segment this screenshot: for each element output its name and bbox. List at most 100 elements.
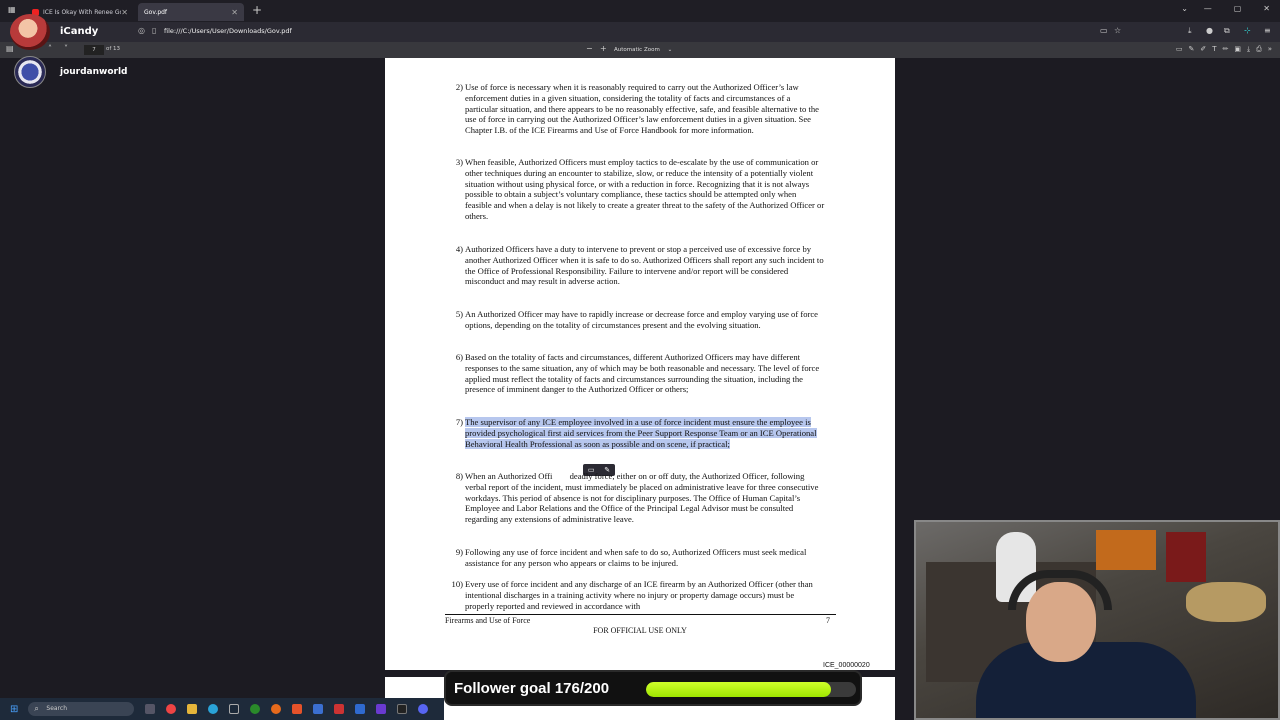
text-icon[interactable]: T	[1212, 45, 1216, 54]
screen: ▦ ICE Is Okay With Renee Good's ✕ Gov.pd…	[0, 0, 1280, 720]
minimize-icon[interactable]: —	[1204, 4, 1212, 13]
download-icon[interactable]: ⤓	[1188, 26, 1192, 36]
list-item: 4) Authorized Officers have a duty to in…	[456, 244, 825, 287]
comment-icon[interactable]: ▭	[1176, 45, 1183, 54]
list-item: 5) An Authorized Officer may have to rap…	[456, 309, 825, 331]
classification-label: FOR OFFICIAL USE ONLY	[593, 626, 687, 635]
tab-label: Gov.pdf	[144, 8, 168, 16]
item-text: Based on the totality of facts and circu…	[465, 352, 820, 395]
footer-title: Firearms and Use of Force	[445, 616, 531, 625]
goal-progress-bar	[646, 682, 856, 697]
footer-rule	[445, 614, 836, 615]
list-item: 2) Use of force is necessary when it is …	[456, 82, 825, 136]
folder-icon[interactable]	[187, 704, 198, 714]
taskbar-search[interactable]: Search	[28, 702, 135, 716]
list-item: 6) Based on the totality of facts and ci…	[456, 352, 825, 395]
avatar	[10, 14, 50, 50]
goal-progress-fill	[646, 682, 831, 697]
item-text: When feasible, Authorized Officers must …	[465, 157, 825, 221]
window-controls: — ▢ ✕	[1204, 4, 1270, 13]
sidebar-toggle-icon[interactable]: ▦	[8, 5, 16, 14]
url-field[interactable]: file:///C:/Users/User/Downloads/Gov.pdf	[164, 27, 292, 35]
webcam-feed	[914, 520, 1280, 720]
follower-goal-widget: Follower goal 176/200	[444, 670, 862, 706]
next-page-icon[interactable]: ˅	[64, 44, 68, 53]
taskbar: ⊞ Search	[0, 698, 444, 720]
pen-icon[interactable]: ✏	[1222, 45, 1228, 54]
menu-icon[interactable]: ≡	[1264, 26, 1271, 35]
item-number: 7)	[455, 417, 463, 427]
windows-start-icon[interactable]: ⊞	[10, 704, 18, 715]
more-icon[interactable]: »	[1268, 45, 1272, 54]
bates-number: ICE_00000020	[823, 662, 870, 669]
close-icon[interactable]: ✕	[1263, 4, 1270, 13]
new-tab-button[interactable]: +	[252, 3, 262, 17]
tab-pdf[interactable]: Gov.pdf ✕	[138, 3, 244, 21]
item-number: 9)	[455, 547, 463, 557]
highlighted-text[interactable]: The supervisor of any ICE employee invol…	[465, 417, 817, 449]
pdf-toolbar: ▤ ˄ ˅ 7 of 13 − + Automatic Zoom ⌄ ▭ ✎ ✐…	[0, 42, 1280, 58]
shield-icon[interactable]: ◎	[138, 26, 145, 35]
item-text: Authorized Officers have a duty to inter…	[465, 244, 824, 287]
print-icon[interactable]: ⎙	[1256, 45, 1262, 54]
list-item: 10) Every use of force incident and any …	[452, 579, 825, 611]
app-icon[interactable]	[355, 704, 366, 714]
item-number: 3)	[455, 157, 463, 167]
save-icon[interactable]: ⤓	[1247, 45, 1250, 54]
edge-icon[interactable]	[208, 704, 219, 714]
bookmark-star-icon[interactable]: ☆	[1114, 26, 1121, 35]
obs-icon[interactable]	[334, 704, 345, 714]
file-icon: ▯	[152, 26, 157, 35]
pdf-page: 2) Use of force is necessary when it is …	[385, 58, 895, 670]
item-text: An Authorized Officer may have to rapidl…	[465, 309, 818, 330]
avatar	[14, 56, 46, 88]
draw-icon[interactable]: ✐	[1200, 45, 1206, 54]
page-count: of 13	[106, 46, 121, 52]
item-text: When an Authorized Offi deadly force, ei…	[465, 471, 821, 525]
highlight-icon[interactable]: ✎	[1188, 45, 1194, 54]
list-item: 7) The supervisor of any ICE employee in…	[456, 417, 825, 449]
item-text: Use of force is necessary when it is rea…	[465, 82, 819, 136]
pdf-sidebar-toggle-icon[interactable]: ▤	[6, 44, 14, 53]
steam-icon[interactable]	[229, 704, 240, 714]
item-number: 8)	[455, 471, 463, 481]
image-icon[interactable]: ▣	[1234, 45, 1241, 54]
firefox-icon[interactable]	[271, 704, 282, 714]
streamer-name: iCandy	[60, 26, 99, 37]
app-icon[interactable]	[313, 704, 324, 714]
chevron-down-icon[interactable]: ⌄	[1181, 4, 1188, 13]
chrome-icon[interactable]	[166, 704, 177, 714]
streamer-body	[976, 642, 1196, 718]
zoom-select[interactable]: Automatic Zoom ⌄	[614, 45, 684, 55]
page-number-input[interactable]: 7	[84, 45, 104, 55]
close-icon[interactable]: ✕	[121, 8, 128, 17]
poster	[1096, 530, 1156, 570]
pdf-tools: ▭ ✎ ✐ T ✏ ▣ ⤓ ⎙ »	[1176, 45, 1272, 54]
discord-icon[interactable]	[418, 704, 429, 714]
tab-label: ICE Is Okay With Renee Good's	[43, 8, 121, 16]
reader-view-icon[interactable]: ▭	[1100, 26, 1108, 35]
account-icon[interactable]: ●	[1206, 26, 1213, 35]
item-number: 10)	[451, 579, 463, 589]
page-number: 7	[826, 616, 830, 625]
app-icon[interactable]	[376, 704, 387, 714]
extensions-icon[interactable]: ⧉	[1224, 26, 1230, 36]
xbox-icon[interactable]	[250, 704, 261, 714]
close-icon[interactable]: ✕	[231, 8, 238, 17]
item-text: Following any use of force incident and …	[465, 547, 807, 568]
item-number: 2)	[455, 82, 463, 92]
address-bar: ◎ ▯ file:///C:/Users/User/Downloads/Gov.…	[0, 22, 1280, 42]
list-item: 3) When feasible, Authorized Officers mu…	[456, 157, 825, 222]
zoom-out-icon[interactable]: −	[586, 44, 593, 53]
zoom-value: Automatic Zoom	[614, 47, 660, 53]
extension-icon[interactable]: ⊹	[1244, 26, 1251, 35]
previous-page-icon[interactable]: ˄	[48, 44, 52, 53]
terminal-icon[interactable]	[397, 704, 408, 714]
goal-label: Follower goal 176/200	[454, 680, 610, 697]
zoom-in-icon[interactable]: +	[600, 44, 607, 53]
maximize-icon[interactable]: ▢	[1234, 4, 1242, 13]
brave-icon[interactable]	[292, 704, 303, 714]
item-number: 5)	[455, 309, 463, 319]
task-view-icon[interactable]	[145, 704, 156, 714]
wall-art	[1166, 532, 1206, 582]
